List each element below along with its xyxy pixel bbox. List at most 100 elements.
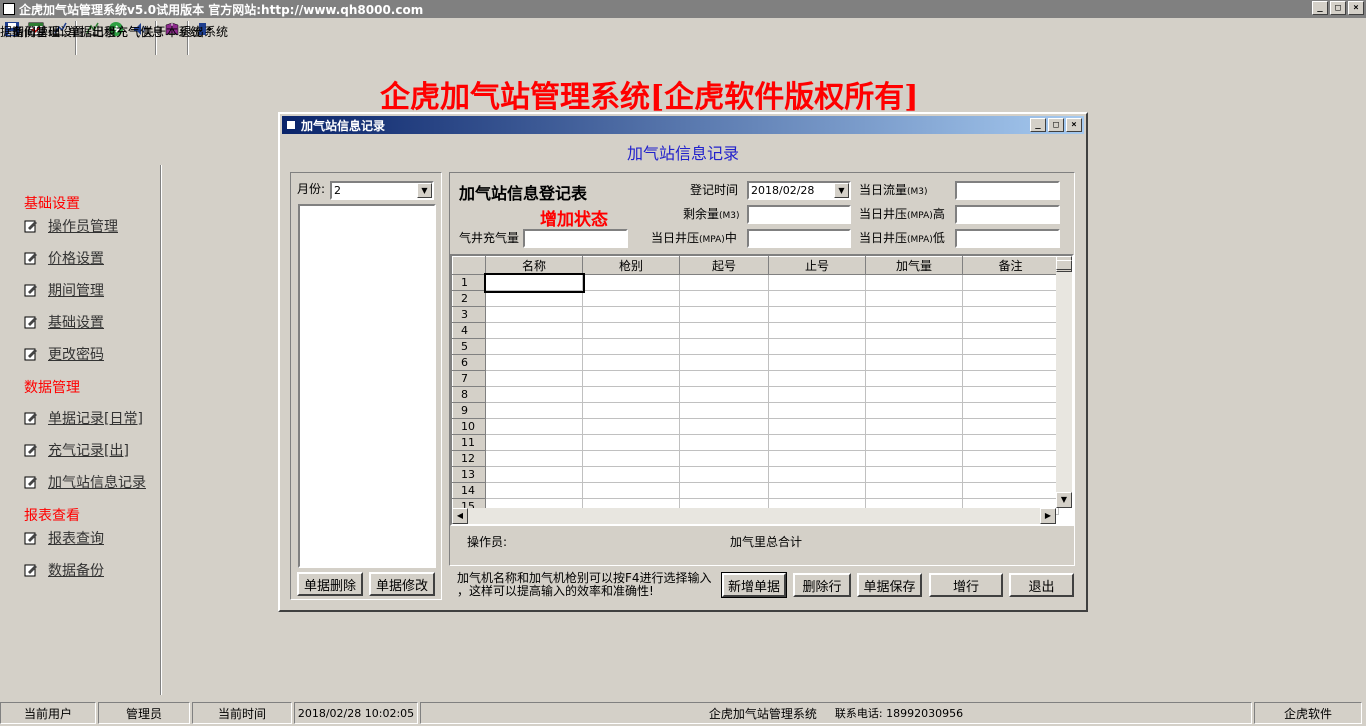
grid-cell[interactable] — [865, 450, 963, 467]
grid-column-header[interactable]: 枪别 — [582, 256, 680, 275]
grid-cell[interactable] — [485, 322, 583, 339]
edit-receipt-button[interactable]: 单据修改 — [369, 572, 435, 596]
nav-item-change-password[interactable]: 更改密码 — [24, 344, 104, 364]
grid-cell[interactable] — [768, 354, 866, 371]
toolbar-exit-button[interactable]: 退出系统 — [180, 19, 228, 57]
receipt-list[interactable] — [298, 204, 436, 568]
grid-cell[interactable] — [485, 370, 583, 387]
nav-item-period[interactable]: 期间管理 — [24, 280, 104, 300]
pressure-mid-input[interactable] — [747, 229, 851, 248]
grid-cell[interactable] — [485, 354, 583, 371]
grid-cell[interactable] — [582, 306, 680, 323]
grid-cell[interactable] — [485, 466, 583, 483]
grid-cell[interactable] — [962, 370, 1059, 387]
grid-cell[interactable] — [679, 290, 769, 307]
grid-cell[interactable] — [679, 274, 769, 291]
grid-cell[interactable] — [768, 402, 866, 419]
month-select[interactable]: 2 ▼ — [330, 181, 434, 200]
grid-cell[interactable] — [679, 386, 769, 403]
grid-cell[interactable] — [768, 306, 866, 323]
grid-cell[interactable] — [582, 386, 680, 403]
grid-cell[interactable] — [582, 482, 680, 499]
grid-cell[interactable] — [582, 274, 680, 291]
grid-cell[interactable] — [768, 386, 866, 403]
grid-cell[interactable] — [768, 466, 866, 483]
add-row-button[interactable]: 增行 — [929, 573, 1003, 597]
grid-cell[interactable] — [485, 418, 583, 435]
grid-cell[interactable] — [582, 370, 680, 387]
grid-cell[interactable] — [679, 418, 769, 435]
new-receipt-button[interactable]: 新增单据 — [721, 572, 787, 598]
grid-cell[interactable] — [962, 434, 1059, 451]
grid-cell[interactable] — [582, 418, 680, 435]
child-close-button[interactable]: × — [1066, 118, 1082, 132]
grid-column-header[interactable]: 加气量 — [865, 256, 963, 275]
grid-cell[interactable] — [962, 450, 1059, 467]
nav-item-report-query[interactable]: 报表查询 — [24, 528, 104, 548]
remain-input[interactable] — [747, 205, 851, 224]
nav-item-price[interactable]: 价格设置 — [24, 248, 104, 268]
grid-cell[interactable] — [582, 354, 680, 371]
grid-cell[interactable] — [962, 418, 1059, 435]
nav-item-receipt-record[interactable]: 单据记录[日常] — [24, 408, 143, 428]
scroll-down-icon[interactable]: ▼ — [1056, 492, 1072, 508]
grid-cell[interactable] — [962, 306, 1059, 323]
delete-row-button[interactable]: 删除行 — [793, 573, 851, 597]
grid-cell[interactable] — [962, 338, 1059, 355]
grid-cell[interactable] — [962, 290, 1059, 307]
grid-cell[interactable] — [582, 338, 680, 355]
maximize-button[interactable]: □ — [1330, 1, 1346, 15]
grid-cell[interactable] — [485, 434, 583, 451]
grid-cell[interactable] — [485, 290, 583, 307]
save-receipt-button[interactable]: 单据保存 — [857, 573, 922, 597]
grid-cell[interactable] — [485, 402, 583, 419]
grid-cell[interactable] — [582, 290, 680, 307]
scroll-right-icon[interactable]: ▶ — [1040, 508, 1056, 524]
child-minimize-button[interactable]: _ — [1030, 118, 1046, 132]
grid-cell[interactable] — [865, 434, 963, 451]
nav-item-operator[interactable]: 操作员管理 — [24, 216, 118, 236]
grid-column-header[interactable]: 名称 — [485, 256, 583, 275]
grid-column-header[interactable]: 止号 — [768, 256, 866, 275]
nav-item-fill-record[interactable]: 充气记录[出] — [24, 440, 129, 460]
grid-cell[interactable] — [865, 370, 963, 387]
grid-cell[interactable] — [865, 402, 963, 419]
grid-column-header[interactable]: 起号 — [679, 256, 769, 275]
minimize-button[interactable]: _ — [1312, 1, 1328, 15]
grid-cell[interactable] — [679, 402, 769, 419]
grid-cell[interactable] — [679, 306, 769, 323]
grid-cell[interactable] — [768, 418, 866, 435]
grid-cell[interactable] — [582, 322, 680, 339]
pressure-low-input[interactable] — [955, 229, 1060, 248]
horizontal-scrollbar[interactable]: ◀ ▶ — [452, 508, 1056, 524]
nav-item-basic-settings[interactable]: 基础设置 — [24, 312, 104, 332]
grid-cell[interactable] — [679, 354, 769, 371]
grid-cell[interactable] — [962, 466, 1059, 483]
grid-cell[interactable] — [582, 450, 680, 467]
grid-cell[interactable] — [768, 434, 866, 451]
grid-cell[interactable] — [679, 322, 769, 339]
scroll-thumb[interactable] — [1056, 260, 1072, 270]
grid-cell[interactable] — [865, 354, 963, 371]
grid-cell[interactable] — [865, 338, 963, 355]
grid-cell[interactable] — [485, 338, 583, 355]
grid-cell[interactable] — [679, 466, 769, 483]
grid-cell[interactable] — [679, 434, 769, 451]
grid-cell[interactable] — [768, 322, 866, 339]
grid-cell[interactable] — [865, 322, 963, 339]
grid-cell[interactable] — [679, 482, 769, 499]
grid-cell[interactable] — [865, 418, 963, 435]
entry-grid[interactable]: 名称枪别起号止号加气量备注 123456789101112131415 ▲ ▼ … — [450, 254, 1074, 526]
chevron-down-icon[interactable]: ▼ — [834, 183, 849, 198]
grid-cell[interactable] — [865, 482, 963, 499]
grid-cell[interactable] — [485, 450, 583, 467]
grid-cell[interactable] — [679, 338, 769, 355]
close-button[interactable]: × — [1348, 1, 1364, 15]
grid-cell[interactable] — [768, 290, 866, 307]
grid-cell[interactable] — [582, 402, 680, 419]
nav-item-data-backup[interactable]: 数据备份 — [24, 560, 104, 580]
grid-column-header[interactable]: 备注 — [962, 256, 1059, 275]
child-maximize-button[interactable]: □ — [1048, 118, 1064, 132]
grid-cell[interactable] — [768, 482, 866, 499]
well-fill-input[interactable] — [523, 229, 628, 248]
